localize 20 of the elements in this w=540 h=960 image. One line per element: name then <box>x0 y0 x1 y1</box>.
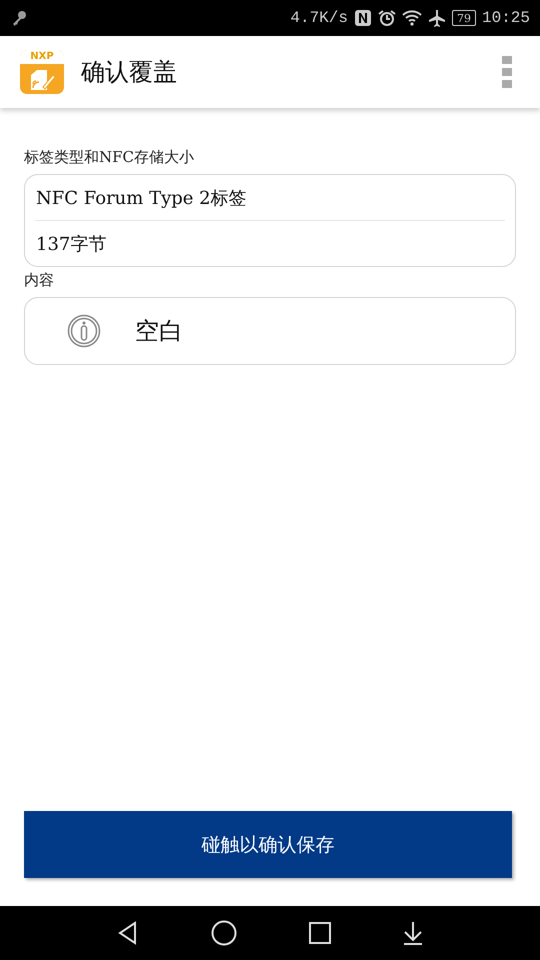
content-value: 空白 <box>135 316 183 347</box>
airplane-icon <box>428 9 446 27</box>
battery-level: 79 <box>456 12 471 24</box>
section-label: 标签类型和NFC存储大小 <box>24 148 194 167</box>
alarm-clock-icon <box>378 9 396 27</box>
tag-type: NFC Forum Type 2标签 <box>35 175 505 221</box>
home-icon[interactable] <box>211 920 238 946</box>
confirm-save-button[interactable]: 碰触以确认保存 <box>24 811 512 878</box>
nfc-icon <box>354 9 372 27</box>
screen-title: 确认覆盖 <box>81 57 178 88</box>
memory-size: 137字节 <box>35 232 108 256</box>
recents-icon[interactable] <box>308 922 331 944</box>
logo-text: NXP <box>20 50 64 64</box>
wifi-icon <box>402 10 422 26</box>
section-label: 内容 <box>24 271 54 290</box>
notification-drawer-icon[interactable] <box>402 921 424 945</box>
info-icon <box>67 314 101 348</box>
network-speed: 4.7K/s <box>290 9 348 27</box>
tag-pen-icon <box>29 69 55 91</box>
clock: 10:25 <box>482 9 530 27</box>
